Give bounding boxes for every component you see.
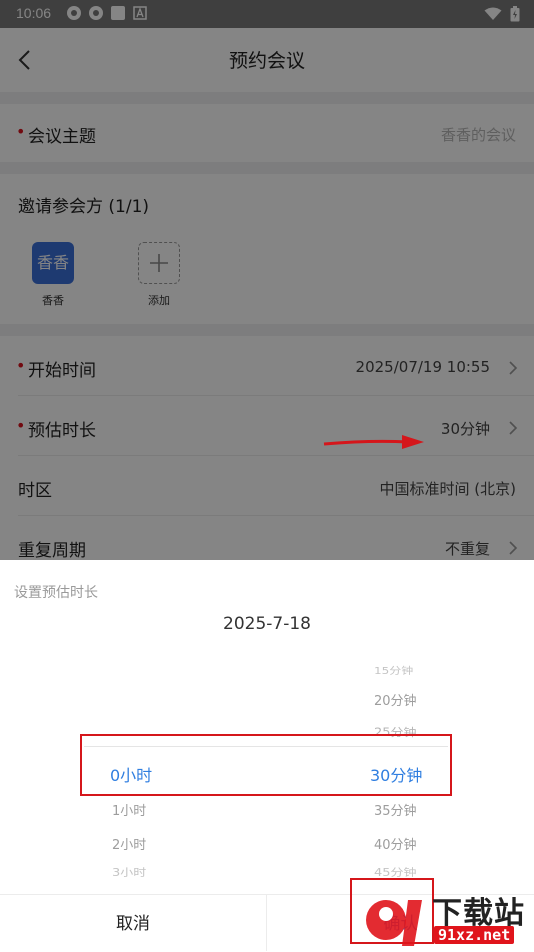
cancel-button[interactable]: 取消	[0, 895, 266, 951]
page-title: 预约会议	[228, 50, 305, 72]
battery-icon	[510, 6, 520, 22]
duration-row[interactable]: • 预估时长 30分钟	[0, 396, 534, 456]
participant-name: 香香	[42, 294, 64, 307]
invite-section: 邀请参会方 (1/1)	[0, 174, 534, 324]
repeat-label: 重复周期	[18, 541, 86, 561]
picker-minute-option[interactable]: 35分钟	[374, 800, 417, 819]
status-icons-left	[66, 5, 148, 21]
timezone-value: 中国标准时间 (北京)	[379, 480, 516, 498]
wifi-icon	[484, 7, 502, 20]
chevron-right-icon	[509, 421, 518, 435]
repeat-row[interactable]: 重复周期 不重复	[0, 516, 534, 561]
watermark-domain: 91xz.net	[434, 926, 515, 944]
notification-icon	[89, 6, 103, 20]
picker-minute-option[interactable]: 20分钟	[374, 690, 417, 709]
topic-row[interactable]: • 会议主题 香香的会议	[0, 104, 534, 162]
booking-page: 预约会议 • 会议主题 香香的会议 邀请参会方 (1/1) 香香 香香 添加 •…	[0, 28, 534, 561]
status-icons-right	[484, 6, 520, 22]
picker-hour-option[interactable]: 2小时	[112, 834, 146, 853]
picker-minute-option[interactable]: 45分钟	[374, 864, 417, 879]
required-mark: •	[16, 356, 26, 375]
invite-label: 邀请参会方 (1/1)	[18, 197, 150, 217]
topic-label: 会议主题	[28, 127, 96, 147]
notification-icon	[67, 6, 81, 20]
repeat-value: 不重复	[444, 540, 490, 558]
plus-icon	[150, 254, 168, 272]
a-badge-icon	[133, 6, 147, 20]
start-time-label: 开始时间	[28, 361, 96, 381]
nav-bar: 预约会议	[0, 28, 534, 92]
status-time: 10:06	[16, 5, 52, 21]
picker-minute-option[interactable]: 40分钟	[374, 834, 417, 853]
required-mark: •	[16, 416, 26, 435]
add-participant-button[interactable]	[138, 242, 180, 284]
watermark-logo-icon	[366, 900, 422, 946]
picker-hour-option[interactable]: 3小时	[112, 864, 146, 879]
participant-avatar[interactable]: 香香	[32, 242, 74, 284]
red-highlight-box	[80, 734, 452, 796]
required-mark: •	[16, 122, 26, 141]
timezone-label: 时区	[18, 481, 52, 501]
timezone-row[interactable]: 时区 中国标准时间 (北京)	[0, 456, 534, 516]
sheet-title: 设置预估时长	[14, 585, 98, 601]
add-participant-label: 添加	[148, 294, 170, 307]
section-gap	[0, 162, 534, 174]
start-time-row[interactable]: • 开始时间 2025/07/19 10:55	[0, 336, 534, 396]
red-arrow-annotation	[323, 435, 424, 449]
duration-value: 30分钟	[440, 420, 490, 438]
start-time-value: 2025/07/19 10:55	[355, 358, 490, 376]
picker-minute-option[interactable]: 15分钟	[374, 664, 413, 678]
chevron-right-icon	[509, 541, 518, 555]
section-gap	[0, 324, 534, 336]
chevron-right-icon	[509, 361, 518, 375]
picker-hour-option[interactable]: 1小时	[112, 800, 146, 819]
section-gap	[0, 92, 534, 104]
square-icon	[111, 6, 125, 20]
topic-input[interactable]: 香香的会议	[441, 124, 516, 145]
duration-label: 预估时长	[28, 421, 96, 441]
sheet-date: 2025-7-18	[223, 614, 311, 634]
status-bar: 10:06	[0, 0, 534, 28]
